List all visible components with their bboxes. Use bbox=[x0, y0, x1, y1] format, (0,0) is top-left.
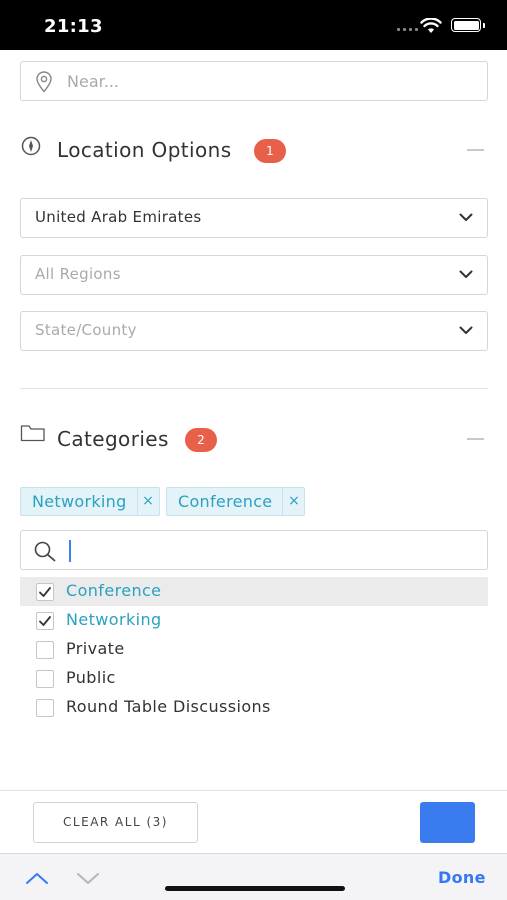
keyboard-toolbar: Done bbox=[0, 853, 507, 900]
checkbox-unchecked[interactable] bbox=[36, 641, 54, 659]
tag-label: Conference bbox=[178, 492, 273, 511]
compass-icon bbox=[21, 136, 41, 156]
country-select[interactable]: United Arab Emirates bbox=[20, 198, 488, 238]
status-bar: 21:13 bbox=[0, 0, 507, 50]
location-options-header[interactable]: Location Options 1 bbox=[20, 132, 488, 168]
category-list: Conference Networking Private Public Rou… bbox=[20, 577, 488, 722]
near-field[interactable] bbox=[20, 61, 488, 101]
checkmark-icon bbox=[39, 616, 51, 626]
home-indicator bbox=[165, 886, 345, 891]
tag-label: Networking bbox=[32, 492, 127, 511]
checkbox-unchecked[interactable] bbox=[36, 670, 54, 688]
remove-tag-icon[interactable]: × bbox=[282, 488, 304, 515]
selected-tag-networking: Networking × bbox=[20, 487, 160, 516]
chevron-down-icon bbox=[459, 213, 473, 221]
collapse-categories-icon[interactable] bbox=[467, 438, 484, 440]
section-divider bbox=[20, 388, 488, 389]
status-time: 21:13 bbox=[44, 16, 103, 37]
categories-count-badge: 2 bbox=[185, 428, 217, 452]
region-select-placeholder: All Regions bbox=[35, 265, 121, 283]
category-label: Networking bbox=[66, 610, 162, 629]
chevron-down-icon bbox=[459, 270, 473, 278]
checkmark-icon bbox=[39, 587, 51, 597]
done-button[interactable]: Done bbox=[438, 868, 486, 887]
category-item-public[interactable]: Public bbox=[20, 664, 488, 693]
folder-icon bbox=[20, 425, 45, 442]
checkbox-checked[interactable] bbox=[36, 612, 54, 630]
category-item-networking[interactable]: Networking bbox=[20, 606, 488, 635]
categories-title: Categories bbox=[57, 427, 169, 451]
category-label: Public bbox=[66, 668, 116, 687]
text-cursor bbox=[69, 540, 71, 562]
categories-header[interactable]: Categories 2 bbox=[20, 421, 488, 457]
signal-icon bbox=[397, 28, 418, 31]
category-label: Conference bbox=[66, 581, 162, 600]
category-item-round-table-discussions[interactable]: Round Table Discussions bbox=[20, 693, 488, 722]
checkbox-checked[interactable] bbox=[36, 583, 54, 601]
search-icon bbox=[34, 541, 56, 562]
clear-all-button[interactable]: CLEAR ALL (3) bbox=[33, 802, 198, 843]
chevron-up-icon[interactable] bbox=[25, 871, 49, 885]
category-label: Round Table Discussions bbox=[66, 697, 271, 716]
category-label: Private bbox=[66, 639, 125, 658]
state-select[interactable]: State/County bbox=[20, 311, 488, 351]
apply-button[interactable] bbox=[420, 802, 475, 843]
location-options-title: Location Options bbox=[57, 138, 232, 162]
state-select-placeholder: State/County bbox=[35, 321, 137, 339]
selected-tag-conference: Conference × bbox=[166, 487, 306, 516]
checkbox-unchecked[interactable] bbox=[36, 699, 54, 717]
category-item-conference[interactable]: Conference bbox=[20, 577, 488, 606]
near-input[interactable] bbox=[67, 62, 467, 100]
location-pin-icon bbox=[36, 71, 52, 93]
remove-tag-icon[interactable]: × bbox=[136, 488, 159, 515]
wifi-icon bbox=[420, 18, 442, 33]
location-options-count-badge: 1 bbox=[254, 139, 286, 163]
chevron-down-icon bbox=[459, 326, 473, 334]
category-item-private[interactable]: Private bbox=[20, 635, 488, 664]
country-select-value: United Arab Emirates bbox=[35, 208, 202, 226]
category-search-input[interactable] bbox=[20, 530, 488, 570]
collapse-location-options-icon[interactable] bbox=[467, 149, 484, 151]
region-select[interactable]: All Regions bbox=[20, 255, 488, 295]
chevron-down-icon[interactable] bbox=[76, 871, 100, 885]
battery-icon bbox=[451, 18, 485, 32]
footer-divider bbox=[0, 790, 507, 791]
